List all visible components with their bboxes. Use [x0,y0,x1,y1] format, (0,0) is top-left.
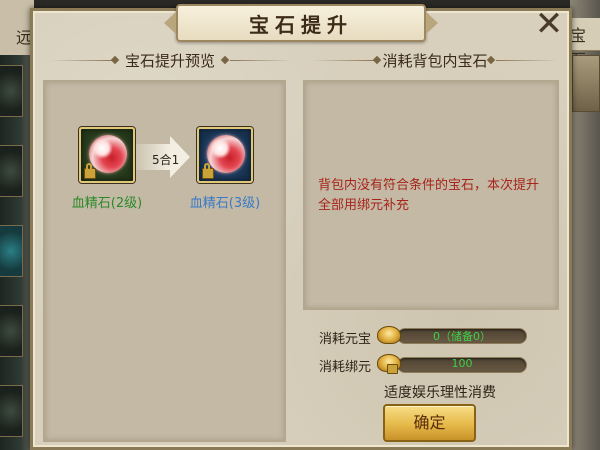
source-gem-name: 血精石(2级) [71,196,143,211]
preview-section-heading: 宝石提升预览 [50,50,292,70]
divider [312,60,374,61]
gold-ingot-icon [377,326,401,344]
bangyuan-cost-bar: 100 [397,357,527,373]
lock-icon [387,364,398,374]
divider-ornament-icon [486,55,496,65]
divider-ornament-icon [372,55,382,65]
consume-heading-text: 消耗背包内宝石 [382,52,488,70]
divider [496,60,558,61]
confirm-button[interactable]: 确定 [383,404,476,442]
background-slot [0,305,23,357]
dialog-title-banner: 宝石提升 [164,4,438,42]
preview-heading-text: 宝石提升预览 [124,52,215,70]
divider-ornament-icon [220,55,230,65]
yuanbao-cost-bar: 0（储备0） [397,328,527,344]
background-left-panel [0,0,34,450]
target-gem-name: 血精石(3级) [189,196,261,211]
lock-icon [202,163,214,179]
background-slot [0,145,23,197]
close-icon[interactable]: ✕ [532,7,566,42]
divider [50,60,112,61]
lock-icon [84,163,96,179]
yuanbao-cost-label: 消耗元宝 [319,332,372,347]
no-gems-message: 背包内没有符合条件的宝石，本次提升全部用绑元补充 [318,178,540,213]
bangyuan-cost-label: 消耗绑元 [319,360,372,375]
merge-ratio-label: 5合1 [152,153,180,167]
divider-ornament-icon [110,55,120,65]
target-gem-slot[interactable] [197,127,253,183]
background-slot [0,65,23,117]
bangyuan-cost-value: 100 [451,357,473,370]
background-left-tab: 远 [0,0,34,55]
background-right-slot [572,55,600,112]
yuanbao-cost-value: 0（储备0） [433,330,491,343]
divider [230,60,292,61]
spending-notice: 适度娱乐理性消费 [384,385,496,401]
background-slot [0,385,23,437]
source-gem-slot[interactable] [79,127,135,183]
background-slot [0,225,23,277]
dialog-title: 宝石提升 [249,13,353,37]
background-right-tab: 宝石 [570,18,600,69]
consume-section-heading: 消耗背包内宝石 [312,50,558,70]
